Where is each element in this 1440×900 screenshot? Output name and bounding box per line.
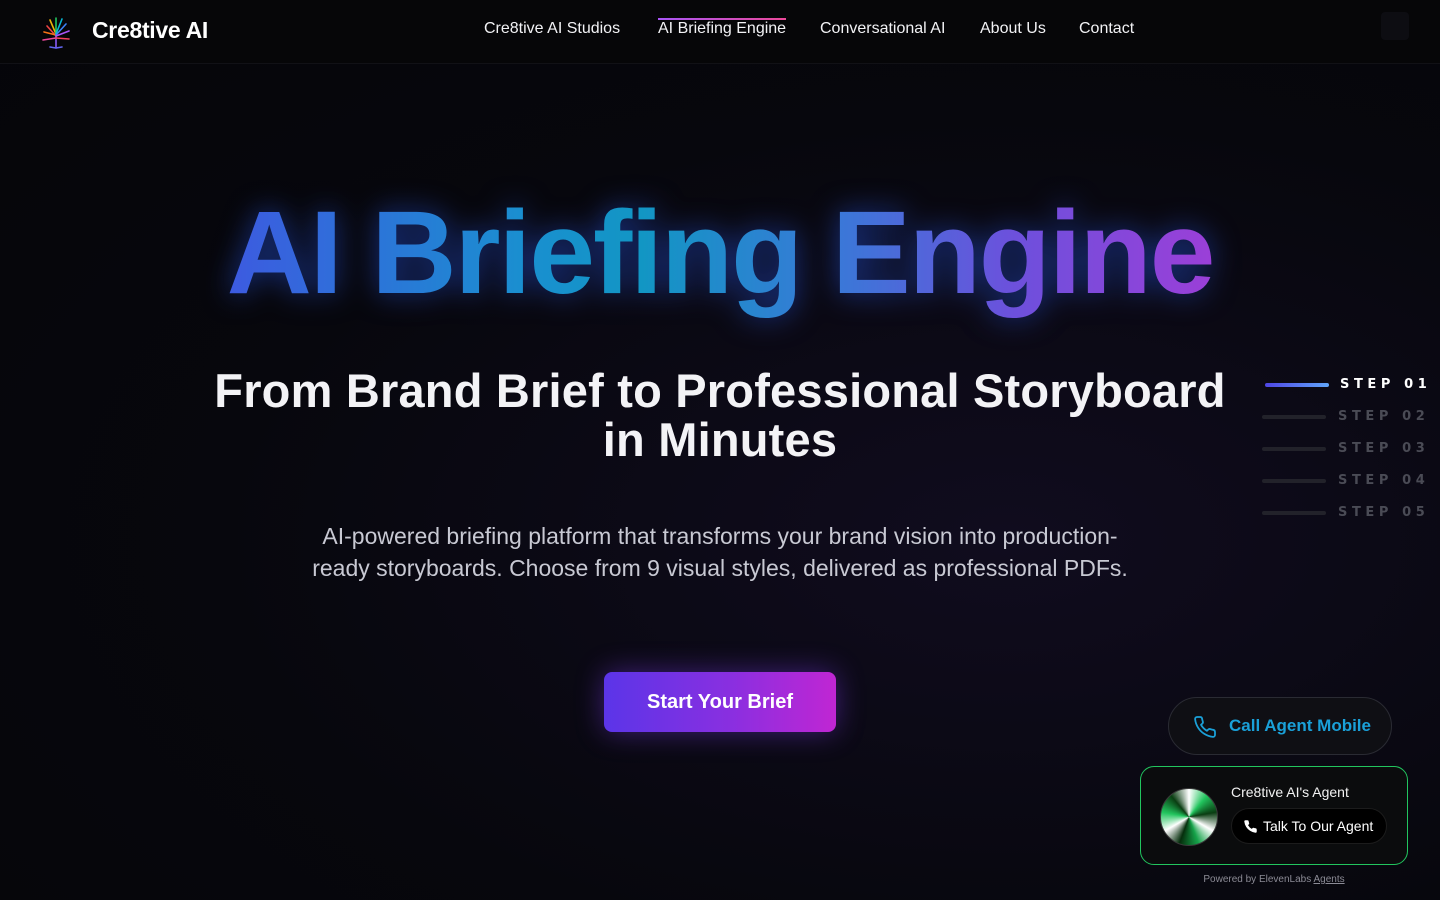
call-agent-label: Call Agent Mobile [1229,716,1371,735]
phone-icon [1244,820,1257,833]
step-bar [1262,415,1326,419]
step-item-05[interactable]: STEP 05 [1262,502,1432,522]
start-brief-button[interactable]: Start Your Brief [604,672,836,732]
step-label: STEP 05 [1338,505,1430,520]
step-item-01[interactable]: STEP 01 [1262,374,1432,394]
step-label: STEP 02 [1338,409,1430,424]
hero-title: AI Briefing Engine [0,188,1440,318]
top-navbar: Cre8tive AI Cre8tive AI Studios AI Brief… [0,0,1440,64]
nav-link-about-us[interactable]: About Us [980,20,1046,38]
brand-name[interactable]: Cre8tive AI [92,17,208,44]
step-bar [1265,383,1329,387]
step-item-04[interactable]: STEP 04 [1262,470,1432,490]
step-bar [1262,447,1326,451]
phone-icon [1194,716,1216,738]
tree-logo-icon[interactable] [38,14,74,50]
step-item-02[interactable]: STEP 02 [1262,406,1432,426]
talk-to-agent-label: Talk To Our Agent [1263,818,1374,834]
nav-link-conversational-ai[interactable]: Conversational AI [820,20,945,38]
powered-by-prefix: Powered by ElevenLabs [1203,874,1312,885]
talk-to-agent-button[interactable]: Talk To Our Agent [1231,808,1387,844]
nav-link-contact[interactable]: Contact [1079,20,1134,38]
agent-avatar [1160,788,1218,846]
agent-widget: Cre8tive AI's Agent Talk To Our Agent [1140,766,1408,865]
step-label: STEP 03 [1338,441,1430,456]
powered-by-text: Powered by ElevenLabs Agents [1140,874,1408,885]
call-agent-mobile-button[interactable]: Call Agent Mobile [1168,697,1392,755]
step-label: STEP 04 [1338,473,1430,488]
agents-link[interactable]: Agents [1313,874,1344,885]
hero-title-text: AI Briefing Engine [226,187,1216,319]
step-bar [1262,511,1326,515]
hero-subtitle: From Brand Brief to Professional Storybo… [214,364,1226,466]
nav-link-studios[interactable]: Cre8tive AI Studios [484,20,620,38]
nav-link-briefing-engine[interactable]: AI Briefing Engine [658,18,787,38]
step-label: STEP 01 [1340,377,1432,392]
step-bar [1262,479,1326,483]
hero-description: AI-powered briefing platform that transf… [312,523,1128,581]
step-item-03[interactable]: STEP 03 [1262,438,1432,458]
menu-toggle-button[interactable] [1381,12,1409,40]
agent-name: Cre8tive AI's Agent [1231,784,1349,800]
